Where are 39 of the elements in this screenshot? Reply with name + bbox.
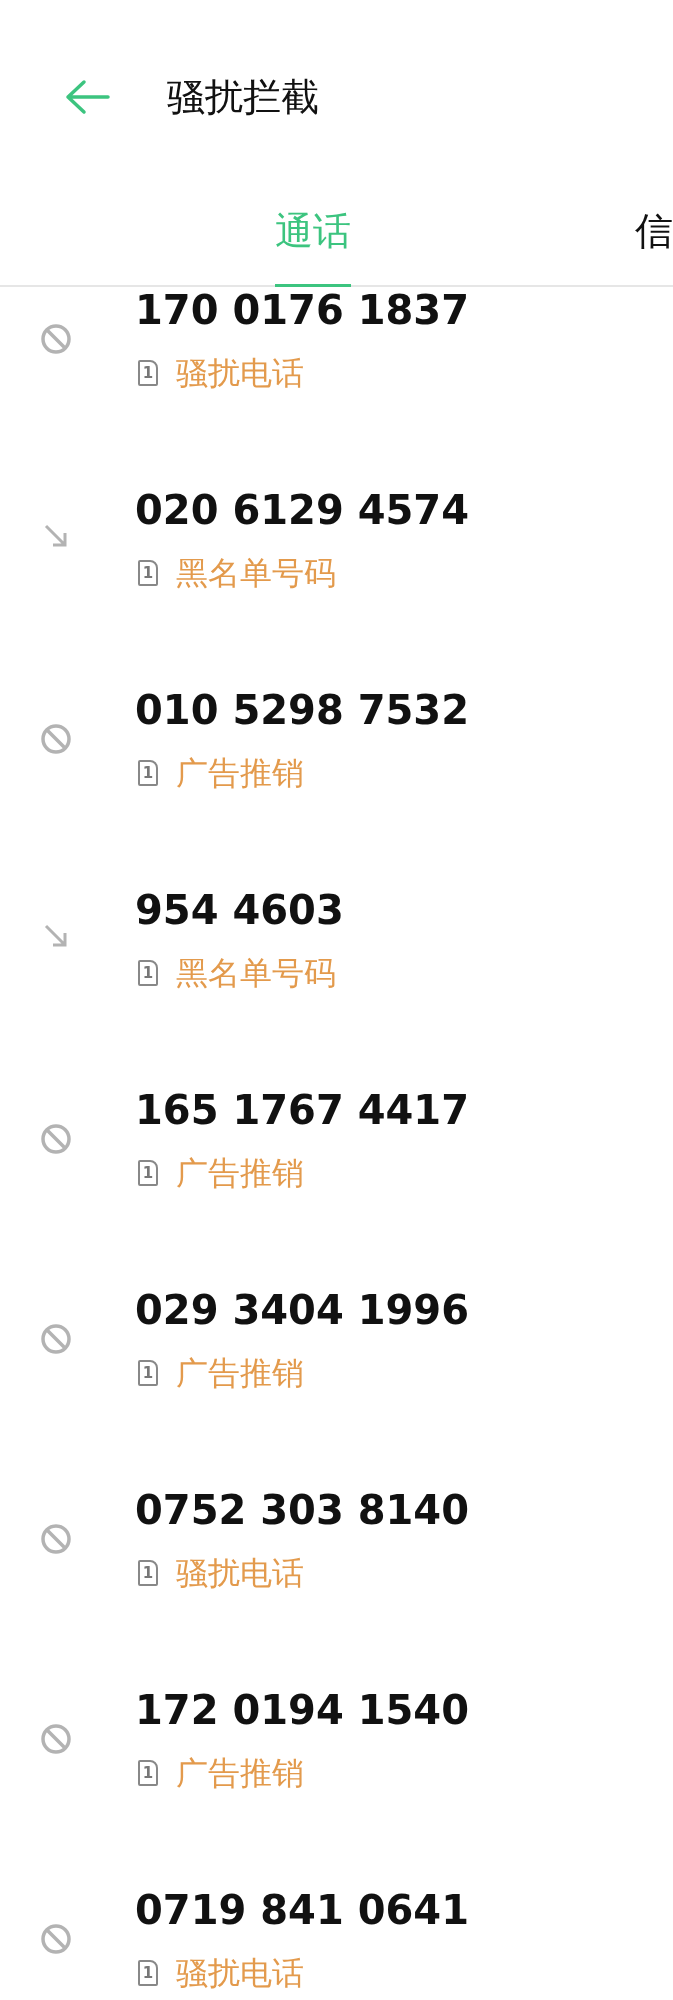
phone-number: 170 0176 1837	[135, 287, 469, 333]
sim-card-icon: 1	[138, 1560, 158, 1586]
call-tag: 骚扰电话	[176, 1553, 304, 1593]
call-tag: 黑名单号码	[176, 953, 336, 993]
blocked-icon	[39, 1523, 72, 1555]
page-title: 骚扰拦截	[167, 73, 319, 121]
phone-number: 172 0194 1540	[135, 1687, 469, 1733]
blocked-icon	[39, 723, 72, 755]
sim-card-icon: 1	[138, 1960, 158, 1986]
tab[interactable]: 信	[635, 208, 673, 287]
sim-card-icon: 1	[138, 360, 158, 386]
sim-card-icon: 1	[138, 1160, 158, 1186]
call-tag: 骚扰电话	[176, 353, 304, 393]
blocked-icon	[39, 1923, 72, 1955]
blocked-icon	[39, 1723, 72, 1755]
sim-card-icon: 1	[138, 560, 158, 586]
phone-number: 0719 841 0641	[135, 1887, 469, 1933]
phone-number: 010 5298 7532	[135, 687, 469, 733]
call-tag: 广告推销	[176, 753, 304, 793]
phone-number: 020 6129 4574	[135, 487, 469, 533]
blocked-icon	[39, 1123, 72, 1155]
phone-number: 0752 303 8140	[135, 1487, 469, 1533]
call-tag: 广告推销	[176, 1153, 304, 1193]
sim-card-icon: 1	[138, 960, 158, 986]
incoming-call-icon	[42, 923, 69, 949]
call-tag: 广告推销	[176, 1753, 304, 1793]
phone-number: 029 3404 1996	[135, 1287, 469, 1333]
call-tag: 广告推销	[176, 1353, 304, 1393]
call-tag: 黑名单号码	[176, 553, 336, 593]
sim-card-icon: 1	[138, 760, 158, 786]
blocked-icon	[39, 1323, 72, 1355]
blocked-icon	[39, 323, 72, 355]
sim-card-icon: 1	[138, 1760, 158, 1786]
phone-number: 954 4603	[135, 887, 344, 933]
call-tag: 骚扰电话	[176, 1953, 304, 1993]
sim-card-icon: 1	[138, 1360, 158, 1386]
incoming-call-icon	[42, 523, 69, 549]
phone-number: 165 1767 4417	[135, 1087, 469, 1133]
back-arrow-icon[interactable]	[64, 79, 110, 115]
